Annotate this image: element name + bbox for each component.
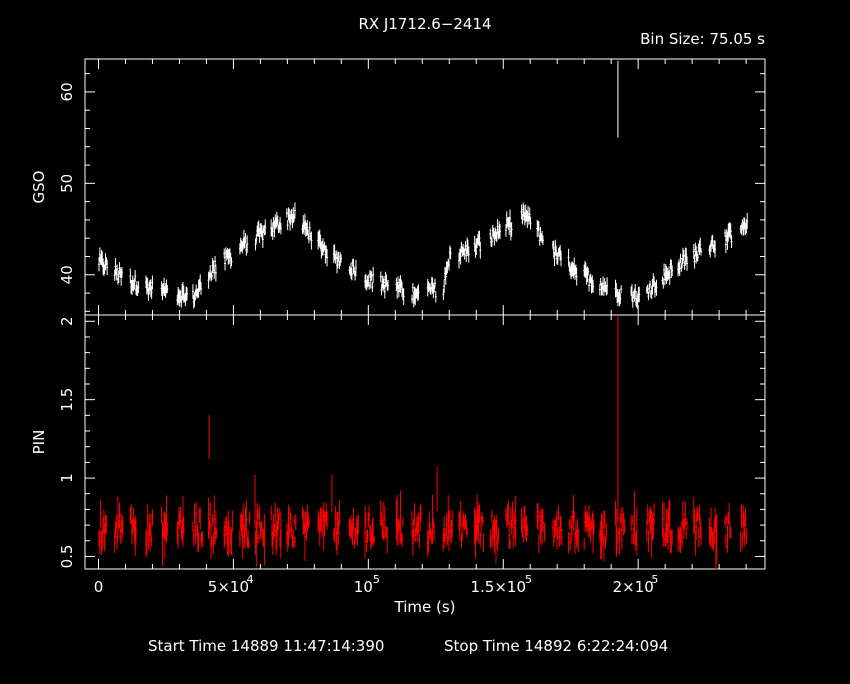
gso-ytick-label: 40 <box>58 265 76 284</box>
gso-axes: 40 50 60 <box>58 59 765 315</box>
pin-ytick-label: 2 <box>58 316 76 326</box>
x-tick-label: 10 5 <box>354 573 380 596</box>
pin-ytick-label: 1 <box>58 473 76 483</box>
pin-ytick-label: 0.5 <box>58 545 76 569</box>
x-tick-label-text: 5×10 <box>208 578 249 596</box>
x-tick-label-text: 0 <box>94 578 104 596</box>
x-tick-label: 2×105 <box>613 573 659 596</box>
chart-title: RX J1712.6−2414 <box>358 15 491 33</box>
lightcurve-svg: RX J1712.6−2414 Bin Size: 75.05 s 405060… <box>30 15 766 655</box>
pin-panel: 0.511.520 5×104 10 5 1.5×10 5 2×105 PIN <box>30 314 766 596</box>
stop-time: Stop Time 14892 6:22:24:094 <box>444 637 668 655</box>
x-tick-label-text: 1.5×10 <box>470 578 526 596</box>
x-tick-label: 1.5×10 5 <box>470 573 532 596</box>
gso-ytick-label: 60 <box>58 82 76 101</box>
pin-axes: 0.511.520 5×104 10 5 1.5×10 5 2×105 <box>58 315 765 596</box>
gso-panel: 40 50 60 GSO <box>30 58 766 316</box>
x-tick-label-exponent: 5 <box>373 573 380 586</box>
x-tick-label: 5×104 <box>208 573 254 596</box>
x-tick-label-exponent: 5 <box>525 573 532 586</box>
start-time: Start Time 14889 11:47:14:390 <box>148 637 384 655</box>
bin-size-label: Bin Size: 75.05 s <box>640 30 765 48</box>
x-tick-label-text: 2×10 <box>613 578 654 596</box>
gso-panel-frame <box>84 58 766 316</box>
gso-ytick-label: 50 <box>58 174 76 193</box>
pin-axis-label: PIN <box>30 430 48 455</box>
x-tick-label-text: 10 <box>354 578 373 596</box>
pin-ytick-label: 1.5 <box>58 388 76 412</box>
lightcurve-figure: RX J1712.6−2414 Bin Size: 75.05 s 40 50 60… <box>0 0 850 680</box>
pin-data-points <box>98 315 748 570</box>
gso-axis-label: GSO <box>30 171 48 204</box>
x-tick-label-exponent: 5 <box>651 573 658 586</box>
gso-data-points <box>98 60 749 309</box>
x-tick-label: 0 <box>94 578 104 596</box>
x-tick-label-exponent: 4 <box>247 573 254 586</box>
x-axis-label: Time (s) <box>394 598 456 616</box>
